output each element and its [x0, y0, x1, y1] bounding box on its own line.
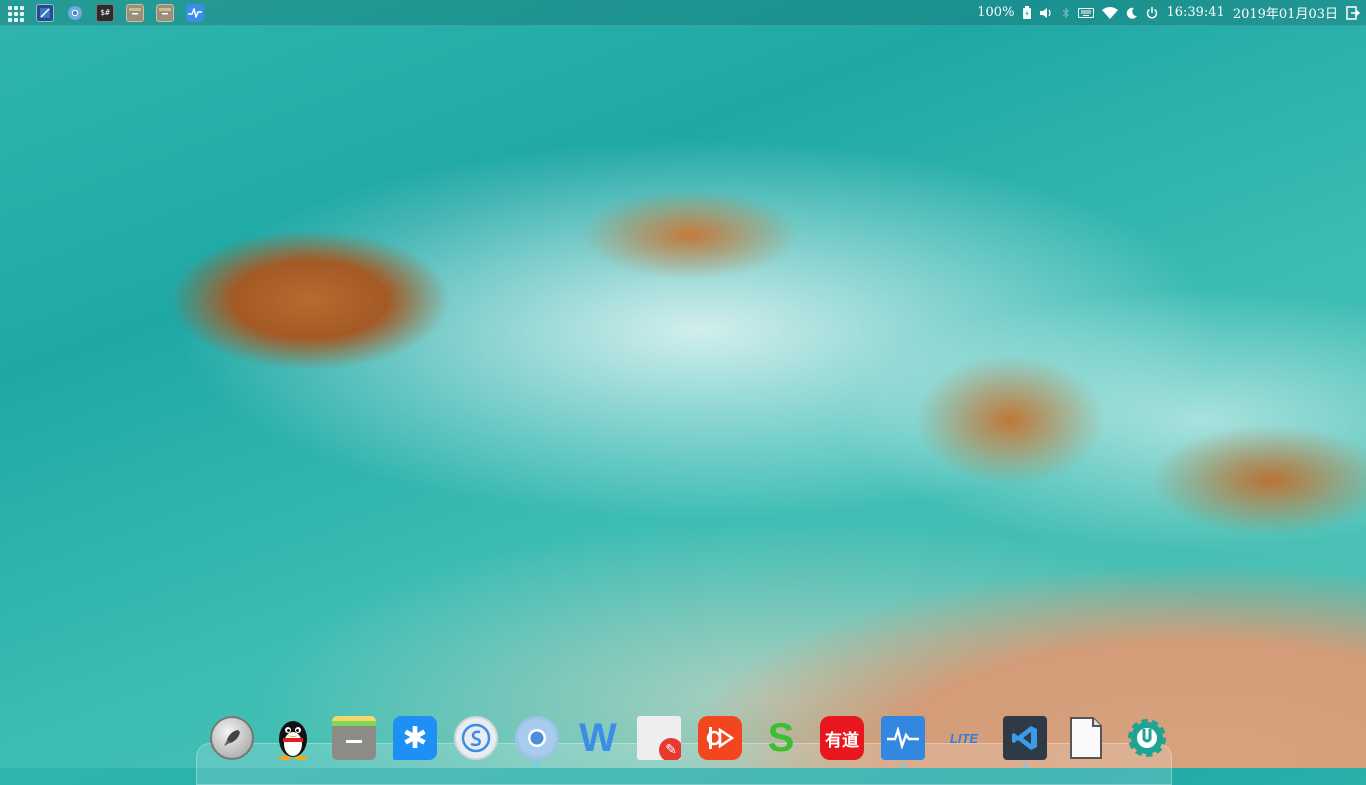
dock: ✱ W ✎ S 有道 LITE [207, 711, 1172, 767]
lite-icon-label: LITE [949, 730, 979, 746]
dock-item-launcher[interactable] [207, 713, 257, 763]
night-mode-icon[interactable] [1126, 7, 1138, 19]
panel-left: $# [0, 3, 204, 22]
launcher-grid-icon[interactable] [6, 4, 24, 22]
running-indicator [1023, 763, 1027, 767]
star-bubble-icon: ✱ [393, 716, 437, 760]
file-manager-icon-2[interactable] [156, 3, 174, 22]
terminal-icon[interactable]: $# [96, 3, 114, 22]
dock-item-file-manager[interactable] [329, 713, 379, 763]
s-icon-label: S [767, 716, 795, 760]
w-icon: W [576, 716, 620, 760]
battery-icon[interactable] [1022, 5, 1032, 20]
pulse-icon [881, 716, 925, 760]
battery-percent: 100% [977, 5, 1015, 20]
vscode-icon [1003, 716, 1047, 760]
s-circle-icon [454, 716, 498, 760]
dock-item-youdao-dict[interactable]: 有道 [817, 713, 867, 763]
terminal-icon-label: $# [100, 8, 110, 17]
dock-item-wps-writer[interactable]: W [573, 713, 623, 763]
chrome-icon [515, 716, 559, 760]
youdao-icon-label: 有道 [825, 730, 859, 751]
youdao-icon: 有道 [820, 716, 864, 760]
wifi-icon[interactable] [1102, 6, 1119, 19]
system-tray: 100% 16:39:41 2019年01月03日 [977, 3, 1366, 22]
dock-item-wps-spreadsheet[interactable]: S [756, 713, 806, 763]
dock-item-video-player[interactable] [695, 713, 745, 763]
penguin-icon [271, 716, 315, 760]
system-monitor-icon[interactable] [186, 3, 204, 22]
dock-item-chrome[interactable] [512, 713, 562, 767]
bluetooth-icon[interactable] [1062, 7, 1070, 19]
dock-item-dingtalk[interactable]: ✱ [390, 713, 440, 763]
logout-icon[interactable] [1346, 5, 1360, 20]
dock-item-blank-document[interactable] [1061, 713, 1111, 763]
w-icon-label: W [579, 716, 617, 760]
running-indicator [535, 763, 539, 767]
note-edit-icon: ✎ [637, 716, 681, 760]
dock-item-settings-tool[interactable] [1122, 713, 1172, 763]
folder-icon [332, 716, 376, 760]
dock-item-text-editor[interactable]: ✎ [634, 713, 684, 763]
s-icon: S [759, 716, 803, 760]
top-panel: $# 100% 16:39:41 2019年01月03日 [0, 0, 1366, 26]
gear-wrench-icon [1125, 716, 1169, 760]
document-icon [1064, 716, 1108, 760]
lite-icon: LITE [942, 716, 986, 760]
deepin-screenshot-icon[interactable] [36, 3, 54, 22]
play-icon [698, 716, 742, 760]
running-indicator [901, 763, 905, 767]
dock-item-lite-app[interactable]: LITE [939, 713, 989, 763]
dock-item-qq[interactable] [268, 713, 318, 763]
volume-icon[interactable] [1040, 7, 1054, 19]
dock-item-sogou[interactable] [451, 713, 501, 763]
power-icon[interactable] [1146, 6, 1158, 19]
dock-item-vscode[interactable] [1000, 713, 1050, 767]
rocket-icon [210, 716, 254, 760]
keyboard-icon[interactable] [1078, 7, 1095, 18]
clock-date[interactable]: 2019年01月03日 [1233, 3, 1338, 22]
clock-time[interactable]: 16:39:41 [1166, 5, 1224, 20]
file-manager-icon[interactable] [126, 3, 144, 22]
chrome-icon[interactable] [66, 4, 84, 22]
dock-item-system-monitor[interactable] [878, 713, 928, 767]
